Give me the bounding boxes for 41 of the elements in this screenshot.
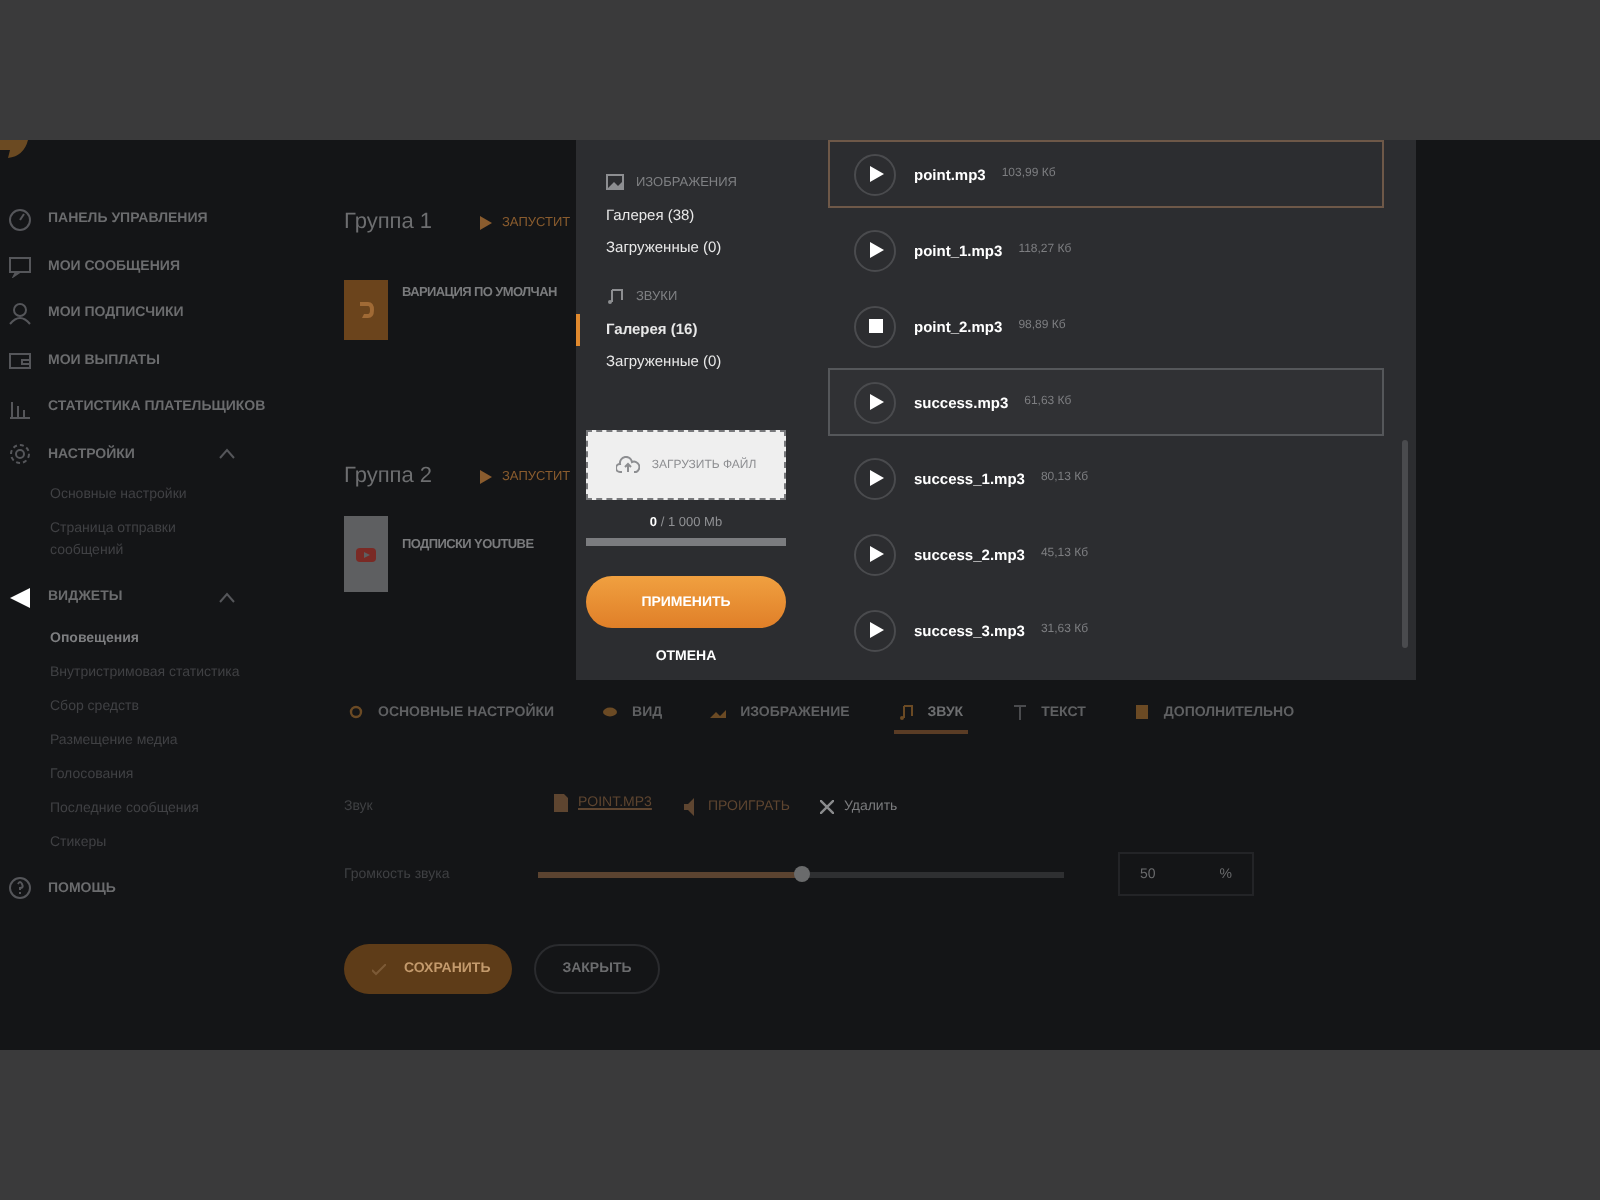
stop-button[interactable] xyxy=(854,305,896,347)
play-icon xyxy=(480,215,492,229)
play-button[interactable] xyxy=(854,533,896,575)
play-icon xyxy=(867,470,883,486)
play-icon xyxy=(867,546,883,562)
volume-slider[interactable] xyxy=(538,871,1064,877)
image-icon xyxy=(606,174,624,190)
play-button[interactable] xyxy=(854,153,896,195)
widget-thumbnail[interactable] xyxy=(344,516,388,592)
play-button[interactable] xyxy=(854,457,896,499)
stop-icon xyxy=(867,318,883,334)
document-icon xyxy=(1133,704,1150,720)
logo-icon xyxy=(0,140,32,158)
slider-thumb[interactable] xyxy=(793,865,809,881)
play-icon xyxy=(867,394,883,410)
play-icon xyxy=(867,242,883,258)
video-play-icon xyxy=(356,544,376,564)
group-title: Группа 2 xyxy=(344,464,435,488)
play-icon xyxy=(867,166,883,182)
play-button[interactable] xyxy=(854,381,896,423)
check-icon xyxy=(372,963,386,975)
collapse-arrow-icon xyxy=(8,585,32,610)
play-button[interactable] xyxy=(854,609,896,651)
gauge-icon xyxy=(8,207,32,232)
logo-icon xyxy=(356,300,376,320)
person-icon xyxy=(8,301,32,326)
music-note-icon xyxy=(897,704,914,720)
music-note-icon xyxy=(606,288,624,304)
play-icon xyxy=(867,622,883,638)
help-icon xyxy=(8,876,32,901)
group-title: Группа 1 xyxy=(344,210,435,234)
close-icon xyxy=(819,799,834,813)
chat-icon xyxy=(8,254,32,279)
file-icon xyxy=(554,793,568,811)
play-button[interactable] xyxy=(854,229,896,271)
wallet-icon xyxy=(8,348,32,373)
cloud-upload-icon xyxy=(615,456,640,474)
speaker-icon xyxy=(683,797,698,815)
text-icon xyxy=(1011,704,1028,720)
widget-thumbnail[interactable] xyxy=(344,280,388,340)
play-icon xyxy=(480,469,492,483)
